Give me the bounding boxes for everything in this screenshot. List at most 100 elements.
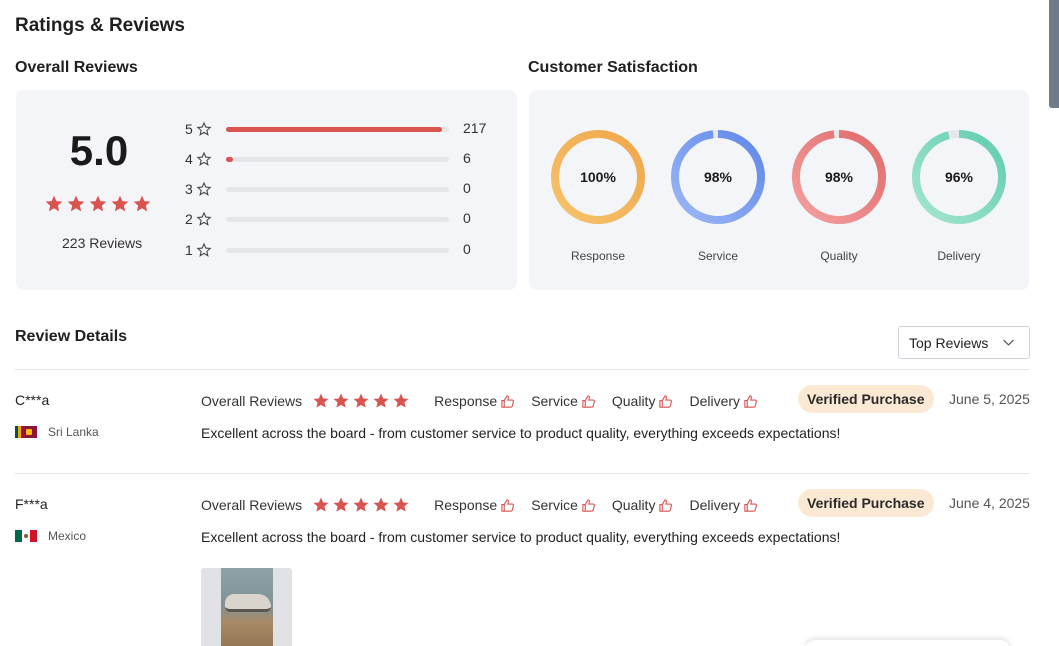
aspect-response: Response (434, 393, 515, 409)
country-name: Mexico (48, 529, 87, 543)
scrollbar[interactable] (1049, 0, 1059, 108)
star-filled-icon (333, 393, 349, 408)
aspect-response: Response (434, 497, 515, 513)
reviewer-name: F***a (15, 496, 48, 512)
verified-purchase-badge: Verified Purchase (798, 489, 934, 517)
star-filled-icon (373, 497, 389, 512)
star-outline-icon (196, 121, 212, 136)
star-filled-icon (111, 195, 129, 212)
shoe-photo (221, 568, 273, 646)
star-filled-icon (393, 393, 409, 408)
donut-chart: 96% (909, 127, 1009, 227)
rating-bar (226, 217, 449, 222)
thumbs-up-icon (744, 394, 758, 408)
thumbs-up-icon (582, 498, 595, 512)
rating-bar (226, 248, 449, 253)
metric-delivery: 96% Delivery (909, 127, 1009, 263)
star-filled-icon (313, 393, 329, 408)
review-details-title: Review Details (15, 328, 128, 345)
aspect-service: Service (531, 393, 596, 409)
rating-row-stars: 3 (185, 181, 193, 197)
overall-reviews-label: Overall Reviews (201, 497, 303, 513)
rating-row-count: 6 (463, 150, 471, 166)
divider (15, 473, 1030, 474)
star-outline-icon (196, 151, 212, 166)
review-stars (312, 392, 410, 410)
aspect-service: Service (531, 497, 596, 513)
rating-row-4[interactable]: 4 6 (185, 149, 505, 169)
review-rating-line: Overall Reviews Response Service Quality… (201, 495, 774, 515)
aspect-label: Service (531, 497, 578, 513)
rating-bar-fill (226, 157, 233, 162)
star-filled-icon (67, 195, 85, 212)
aspect-quality: Quality (612, 497, 674, 513)
star-filled-icon (89, 195, 107, 212)
rating-row-1[interactable]: 1 0 (185, 240, 505, 260)
review-photo-thumbnail[interactable] (201, 568, 292, 646)
star-outline-icon (196, 242, 212, 257)
star-filled-icon (313, 497, 329, 512)
overall-reviews-card: 5.0 223 Reviews 5 217 4 6 3 0 2 0 1 0 (16, 90, 517, 290)
review-count: 223 Reviews (62, 235, 143, 251)
rating-bar-fill (226, 127, 443, 132)
thumbs-up-icon (744, 498, 758, 512)
metric-value: 96% (944, 169, 974, 185)
star-filled-icon (353, 393, 369, 408)
rating-row-count: 0 (463, 180, 471, 196)
donut-chart: 98% (789, 127, 889, 227)
rating-row-count: 217 (463, 120, 487, 136)
rating-bar (226, 157, 449, 162)
rating-bar (226, 127, 449, 132)
donut-chart: 98% (668, 127, 768, 227)
aspect-label: Response (434, 497, 498, 513)
star-filled-icon (333, 497, 349, 512)
donut-chart: 100% (548, 127, 648, 227)
overall-reviews-label: Overall Reviews (201, 393, 303, 409)
mexico-flag-icon (15, 530, 37, 542)
rating-row-5[interactable]: 5 217 (185, 119, 505, 139)
star-filled-icon (393, 497, 409, 512)
star-filled-icon (353, 497, 369, 512)
shoe-image (225, 594, 271, 612)
average-score: 5.0 (69, 127, 129, 174)
rating-row-stars: 1 (185, 242, 193, 258)
overall-reviews-title: Overall Reviews (15, 59, 138, 76)
metric-service: 98% Service (668, 127, 768, 263)
verified-purchase-badge: Verified Purchase (798, 385, 934, 413)
customer-satisfaction-title: Customer Satisfaction (528, 59, 698, 76)
aspect-quality: Quality (612, 393, 674, 409)
review-date: June 5, 2025 (949, 391, 1030, 407)
metric-label: Response (570, 249, 626, 263)
metric-value: 98% (703, 169, 733, 185)
review-text: Excellent across the board - from custom… (201, 425, 841, 441)
rating-row-2[interactable]: 2 0 (185, 209, 505, 229)
aspect-label: Delivery (689, 497, 741, 513)
metric-value: 98% (824, 169, 854, 185)
aspect-label: Service (531, 393, 578, 409)
sri-lanka-flag-icon (15, 426, 37, 438)
metric-label: Quality (820, 249, 858, 263)
reviewer-name: C***a (15, 392, 50, 408)
aspect-delivery: Delivery (689, 497, 758, 513)
average-stars (44, 194, 152, 214)
rating-row-3[interactable]: 3 0 (185, 179, 505, 199)
metric-response: 100% Response (548, 127, 648, 263)
rating-row-count: 0 (463, 241, 471, 257)
sort-selected-value: Top Reviews (909, 334, 989, 351)
aspect-delivery: Delivery (689, 393, 758, 409)
country-name: Sri Lanka (48, 425, 99, 439)
review-rating-line: Overall Reviews Response Service Quality… (201, 391, 774, 411)
thumbs-up-icon (501, 498, 515, 512)
star-outline-icon (196, 211, 212, 226)
aspect-label: Quality (611, 497, 656, 513)
star-outline-icon (196, 181, 212, 196)
thumbs-up-icon (501, 394, 515, 408)
rating-bar (226, 187, 449, 192)
thumbs-up-icon (659, 394, 673, 408)
sort-dropdown[interactable]: Top Reviews (898, 326, 1030, 359)
reviewer-country: Sri Lanka (15, 425, 99, 439)
star-filled-icon (133, 195, 151, 212)
star-filled-icon (373, 393, 389, 408)
rating-row-stars: 2 (185, 211, 193, 227)
metric-label: Delivery (937, 249, 981, 263)
